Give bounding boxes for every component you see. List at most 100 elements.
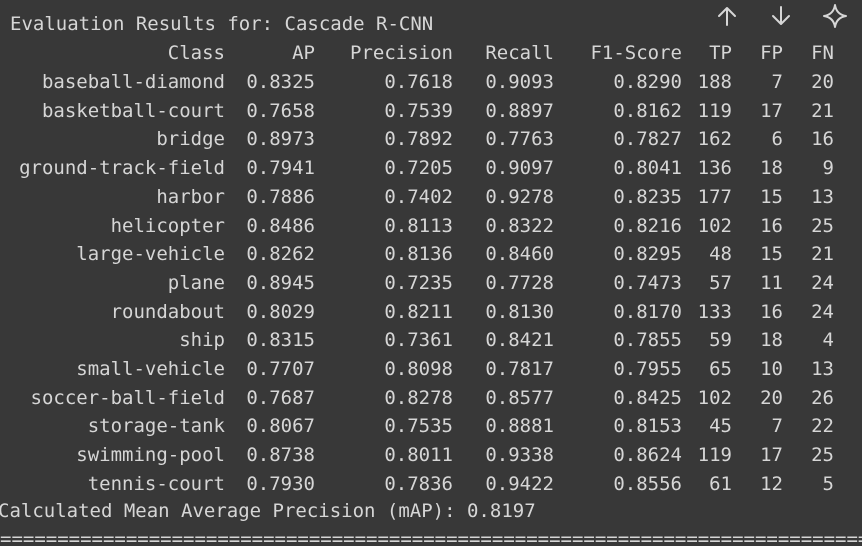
cell-class: swimming-pool (76, 444, 225, 467)
cell-fn: 22 (811, 415, 834, 438)
header-recall: Recall (485, 42, 554, 64)
cell-f1: 0.8041 (613, 157, 682, 180)
cell-ap: 0.8262 (246, 243, 315, 266)
table-row: basketball-court 0.7658 0.7539 0.8897 0.8162… (0, 97, 862, 125)
cell-f1: 0.8170 (613, 300, 682, 323)
move-cell-down-button[interactable] (764, 0, 798, 32)
cell-fn: 16 (811, 128, 834, 151)
cell-recall: 0.9338 (485, 444, 554, 467)
cell-tp: 61 (709, 472, 732, 495)
cell-class: bridge (156, 128, 225, 151)
cell-tp: 48 (709, 243, 732, 266)
cell-recall: 0.8322 (485, 214, 554, 237)
cell-fp: 18 (760, 329, 783, 352)
header-f1: F1-Score (590, 42, 682, 64)
cell-fp: 6 (771, 128, 783, 151)
move-cell-up-button[interactable] (710, 0, 744, 32)
cell-precision: 0.8113 (384, 214, 453, 237)
cell-fn: 13 (811, 185, 834, 208)
cell-precision: 0.8011 (384, 444, 453, 467)
cell-tp: 102 (697, 386, 732, 409)
cell-fp: 15 (760, 185, 783, 208)
cell-f1: 0.7473 (613, 271, 682, 294)
cell-fp: 20 (760, 386, 783, 409)
cell-recall: 0.9097 (485, 157, 554, 180)
cell-fn: 24 (811, 300, 834, 323)
arrow-down-icon (772, 6, 790, 25)
cell-tp: 65 (709, 358, 732, 380)
cell-class: helicopter (110, 214, 225, 237)
table-row: large-vehicle 0.8262 0.8136 0.8460 0.8295 48 1… (0, 240, 862, 268)
cell-ap: 0.8973 (246, 128, 315, 151)
table-row: ground-track-field 0.7941 0.7205 0.9097 0.80… (0, 154, 862, 182)
cell-fp: 12 (760, 472, 783, 495)
cell-class: baseball-diamond (41, 71, 225, 93)
cell-fp: 10 (760, 358, 783, 380)
cell-f1: 0.8295 (613, 243, 682, 266)
table-row: plane 0.8945 0.7235 0.7728 0.7473 57 11 24 (0, 269, 862, 297)
cell-fn: 5 (822, 472, 834, 495)
cell-toolbar (702, 0, 862, 38)
cell-tp: 119 (697, 99, 732, 122)
cell-fn: 4 (822, 329, 834, 352)
cell-recall: 0.9093 (485, 71, 554, 93)
cell-ap: 0.7658 (246, 99, 315, 122)
cell-ap: 0.7687 (246, 386, 315, 409)
cell-fn: 21 (811, 243, 834, 266)
cell-f1: 0.7955 (613, 358, 682, 380)
cell-class: ship (179, 329, 225, 352)
table-row: harbor 0.7886 0.7402 0.9278 0.8235 177 15 13 (0, 183, 862, 211)
cell-tp: 102 (697, 214, 732, 237)
cell-fp: 15 (760, 243, 783, 266)
arrow-up-icon (718, 7, 736, 26)
table-header: Class AP Precision Recall F1-Score TP FP FN (0, 39, 862, 67)
cell-recall: 0.8881 (485, 415, 554, 438)
table-row: helicopter 0.8486 0.8113 0.8322 0.8216 102 16 2… (0, 212, 862, 240)
table-row: storage-tank 0.8067 0.7535 0.8881 0.8153 45 7 2… (0, 412, 862, 440)
cell-fp: 7 (771, 415, 783, 438)
cell-tp: 162 (697, 128, 732, 151)
cell-recall: 0.8577 (485, 386, 554, 409)
cell-fp: 11 (760, 271, 783, 294)
header-ap: AP (292, 42, 315, 64)
cell-f1: 0.8216 (613, 214, 682, 237)
cell-fn: 26 (811, 386, 834, 409)
cell-tp: 133 (697, 300, 732, 323)
cell-fp: 16 (760, 300, 783, 323)
cell-class: ground-track-field (19, 157, 225, 180)
cell-tp: 177 (697, 185, 732, 208)
cell-recall: 0.8897 (485, 99, 554, 122)
cell-fp: 18 (760, 157, 783, 180)
cell-f1: 0.7827 (613, 128, 682, 151)
header-fn: FN (811, 42, 834, 64)
cell-fp: 7 (771, 71, 783, 93)
cell-recall: 0.9278 (485, 185, 554, 208)
cell-tp: 188 (697, 71, 732, 93)
title-text: Evaluation Results for: Cascade R-CNN (10, 13, 434, 35)
cell-ap: 0.8315 (246, 329, 315, 352)
cell-f1: 0.8624 (613, 444, 682, 467)
cell-tp: 59 (709, 329, 732, 352)
cell-precision: 0.7235 (384, 271, 453, 294)
cell-class: harbor (156, 185, 225, 208)
cell-f1: 0.8556 (613, 472, 682, 495)
table-row: bridge 0.8973 0.7892 0.7763 0.7827 162 6 16 (0, 125, 862, 153)
table-row: baseball-diamond 0.8325 0.7618 0.9093 0.8290… (0, 68, 862, 96)
cell-tp: 57 (709, 271, 732, 294)
cell-output: Evaluation Results for: Cascade R-CNN Cl… (0, 9, 862, 546)
header-fp: FP (760, 42, 783, 64)
cell-f1: 0.8153 (613, 415, 682, 438)
cell-recall: 0.8460 (485, 243, 554, 266)
ai-assist-button[interactable] (818, 0, 852, 32)
cell-f1: 0.8290 (613, 71, 682, 93)
cell-precision: 0.8211 (384, 300, 453, 323)
cell-fp: 16 (760, 214, 783, 237)
cell-precision: 0.8278 (384, 386, 453, 409)
table-row: swimming-pool 0.8738 0.8011 0.9338 0.8624 119… (0, 441, 862, 469)
table-row: roundabout 0.8029 0.8211 0.8130 0.8170 133 16 2… (0, 298, 862, 326)
header-tp: TP (709, 42, 732, 64)
cell-ap: 0.7886 (246, 185, 315, 208)
cell-fn: 21 (811, 99, 834, 122)
cell-precision: 0.7836 (384, 472, 453, 495)
cell-precision: 0.7892 (384, 128, 453, 151)
